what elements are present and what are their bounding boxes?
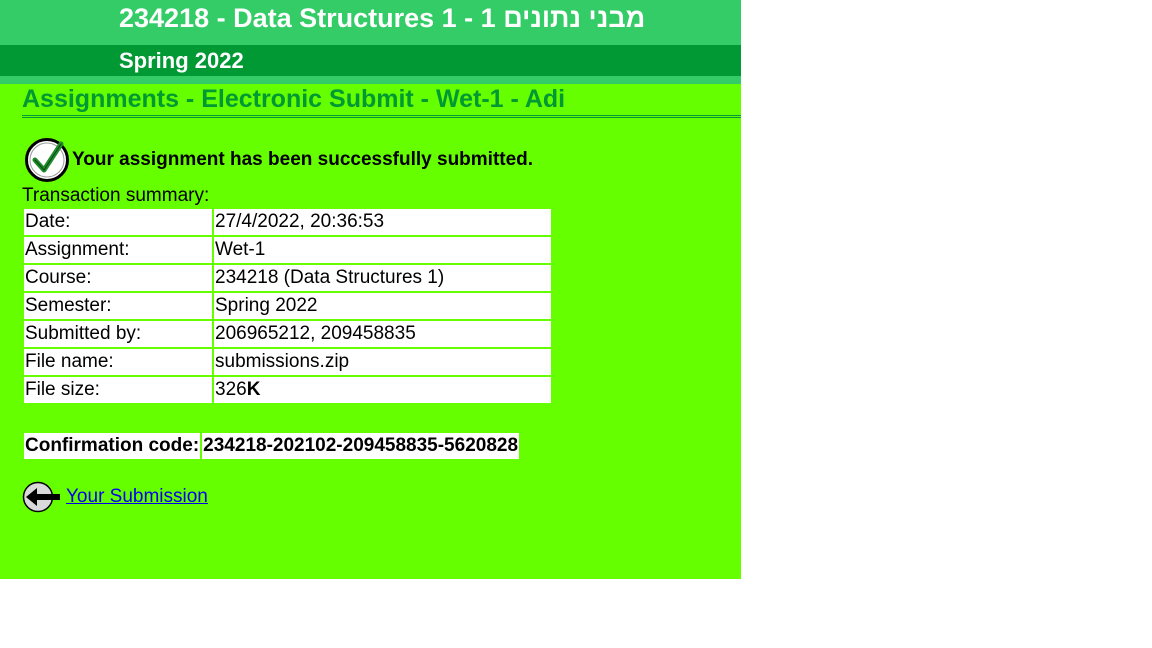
table-row: File name: submissions.zip xyxy=(24,349,551,375)
check-icon xyxy=(25,138,69,182)
back-navigation[interactable]: Your Submission xyxy=(22,481,208,513)
heading-divider xyxy=(22,115,741,118)
semester-title: Spring 2022 xyxy=(119,48,244,73)
submitted-by-label: Submitted by: xyxy=(24,321,212,347)
file-size-unit: K xyxy=(246,379,261,400)
file-size-value: 326K xyxy=(214,377,551,403)
transaction-summary-table: Date: 27/4/2022, 20:36:53 Assignment: We… xyxy=(22,207,553,405)
table-row: Semester: Spring 2022 xyxy=(24,293,551,319)
semester-banner: Spring 2022 xyxy=(0,45,741,76)
date-label: Date: xyxy=(24,209,212,235)
file-size-number: 326 xyxy=(215,379,247,400)
page-title: Assignments - Electronic Submit - Wet-1 … xyxy=(22,85,566,113)
confirmation-table: Confirmation code: 234218-202102-2094588… xyxy=(22,431,521,461)
assignment-value: Wet-1 xyxy=(214,237,551,263)
course-banner: 234218 - Data Structures 1 - 1 מבני נתונ… xyxy=(0,0,741,45)
submitted-by-value: 206965212, 209458835 xyxy=(214,321,551,347)
assignment-label: Assignment: xyxy=(24,237,212,263)
semester-label: Semester: xyxy=(24,293,212,319)
date-value: 27/4/2022, 20:36:53 xyxy=(214,209,551,235)
file-name-label: File name: xyxy=(24,349,212,375)
semester-value: Spring 2022 xyxy=(214,293,551,319)
course-label: Course: xyxy=(24,265,212,291)
back-arrow-icon[interactable] xyxy=(22,481,62,513)
table-row: File size: 326K xyxy=(24,377,551,403)
confirmation-code-value: 234218-202102-209458835-5620828 xyxy=(202,433,520,459)
banner-divider xyxy=(0,76,741,84)
success-text: Your assignment has been successfully su… xyxy=(72,149,534,170)
transaction-summary-label: Transaction summary: xyxy=(22,185,210,206)
file-name-value: submissions.zip xyxy=(214,349,551,375)
table-row: Date: 27/4/2022, 20:36:53 xyxy=(24,209,551,235)
table-row: Course: 234218 (Data Structures 1) xyxy=(24,265,551,291)
your-submission-link[interactable]: Your Submission xyxy=(66,486,208,508)
table-row: Confirmation code: 234218-202102-2094588… xyxy=(24,433,520,459)
file-size-label: File size: xyxy=(24,377,212,403)
success-message: Your assignment has been successfully su… xyxy=(24,137,533,183)
course-value: 234218 (Data Structures 1) xyxy=(214,265,551,291)
confirmation-code-label: Confirmation code: xyxy=(24,433,201,459)
table-row: Assignment: Wet-1 xyxy=(24,237,551,263)
page-background: 234218 - Data Structures 1 - 1 מבני נתונ… xyxy=(0,0,741,579)
table-row: Submitted by: 206965212, 209458835 xyxy=(24,321,551,347)
course-title: 234218 - Data Structures 1 - 1 מבני נתונ… xyxy=(119,3,646,33)
